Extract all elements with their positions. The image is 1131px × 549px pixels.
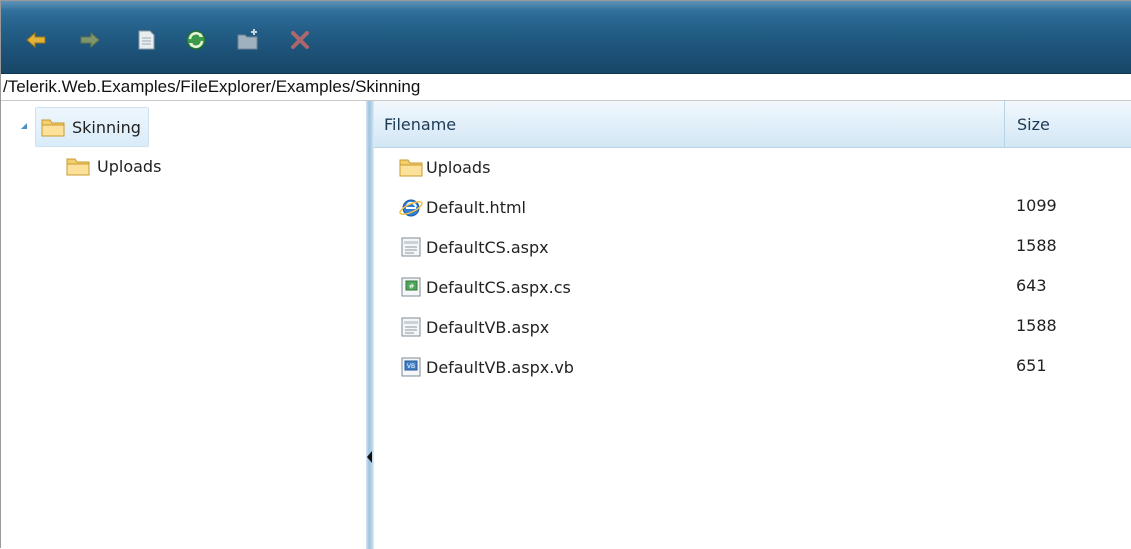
tree-node-uploads[interactable]: Uploads bbox=[63, 147, 183, 185]
new-folder-button[interactable] bbox=[233, 25, 263, 55]
file-name: Uploads bbox=[426, 157, 491, 177]
file-grid: Filename Size Uploads Default.html 1099 … bbox=[374, 101, 1131, 549]
file-name: DefaultVB.aspx bbox=[426, 317, 550, 337]
file-size: 651 bbox=[1016, 356, 1047, 375]
column-header-label: Filename bbox=[384, 114, 457, 134]
table-row[interactable]: DefaultVB.aspx 1588 bbox=[374, 307, 1131, 347]
column-header-filename[interactable]: Filename bbox=[384, 101, 1004, 147]
refresh-icon bbox=[186, 30, 206, 50]
tree-node-skinning[interactable]: Skinning bbox=[35, 107, 149, 147]
svg-text:VB: VB bbox=[407, 363, 415, 370]
folder-icon bbox=[399, 159, 423, 177]
file-size: 643 bbox=[1016, 276, 1047, 295]
file-size: 1588 bbox=[1016, 316, 1057, 335]
table-row[interactable]: # DefaultCS.aspx.cs 643 bbox=[374, 267, 1131, 307]
file-size: 1099 bbox=[1016, 196, 1057, 215]
grid-header: Filename Size bbox=[374, 101, 1131, 148]
file-name-cell: Uploads bbox=[398, 153, 490, 181]
forward-button[interactable] bbox=[75, 25, 105, 55]
refresh-button[interactable] bbox=[181, 25, 211, 55]
column-header-size[interactable]: Size bbox=[1004, 101, 1131, 147]
file-name: DefaultCS.aspx bbox=[426, 237, 549, 257]
tree-node-label: Skinning bbox=[72, 117, 141, 137]
back-button[interactable] bbox=[21, 25, 51, 55]
file-name-cell: Default.html bbox=[398, 193, 526, 221]
vb-file-icon: VB bbox=[401, 357, 421, 377]
file-name: Default.html bbox=[426, 197, 526, 217]
collapse-arrow-icon[interactable] bbox=[367, 451, 372, 463]
forward-arrow-icon bbox=[80, 31, 100, 49]
svg-text:#: # bbox=[409, 283, 415, 291]
column-header-label: Size bbox=[1017, 114, 1050, 134]
tree-node-label: Uploads bbox=[97, 156, 162, 176]
file-name: DefaultCS.aspx.cs bbox=[426, 277, 571, 297]
file-name-cell: DefaultCS.aspx bbox=[398, 233, 549, 261]
delete-x-icon bbox=[291, 31, 309, 49]
folder-tree: Skinning Uploads bbox=[1, 101, 366, 549]
file-name-cell: DefaultVB.aspx bbox=[398, 313, 549, 341]
file-name-cell: # DefaultCS.aspx.cs bbox=[398, 273, 571, 301]
delete-button[interactable] bbox=[285, 25, 315, 55]
csharp-file-icon: # bbox=[401, 277, 421, 297]
file-explorer: /Telerik.Web.Examples/FileExplorer/Examp… bbox=[0, 0, 1131, 549]
aspx-page-icon bbox=[401, 317, 421, 337]
table-row[interactable]: Default.html 1099 bbox=[374, 187, 1131, 227]
document-icon bbox=[138, 30, 155, 50]
expand-arrow-icon[interactable] bbox=[20, 122, 28, 130]
ie-html-icon bbox=[399, 199, 423, 217]
back-arrow-icon bbox=[26, 31, 46, 49]
file-size: 1588 bbox=[1016, 236, 1057, 255]
table-row[interactable]: VB DefaultVB.aspx.vb 651 bbox=[374, 347, 1131, 387]
aspx-page-icon bbox=[401, 237, 421, 257]
address-path: /Telerik.Web.Examples/FileExplorer/Examp… bbox=[3, 77, 421, 96]
file-name: DefaultVB.aspx.vb bbox=[426, 357, 574, 377]
file-name-cell: VB DefaultVB.aspx.vb bbox=[398, 353, 574, 381]
pane-splitter[interactable] bbox=[366, 101, 374, 549]
toolbar bbox=[1, 1, 1131, 74]
folder-icon bbox=[66, 158, 90, 176]
address-bar[interactable]: /Telerik.Web.Examples/FileExplorer/Examp… bbox=[1, 74, 1131, 101]
table-row[interactable]: DefaultCS.aspx 1588 bbox=[374, 227, 1131, 267]
table-row[interactable]: Uploads bbox=[374, 147, 1131, 187]
new-folder-icon bbox=[237, 29, 258, 50]
folder-icon bbox=[41, 119, 65, 137]
open-button[interactable] bbox=[131, 25, 161, 55]
